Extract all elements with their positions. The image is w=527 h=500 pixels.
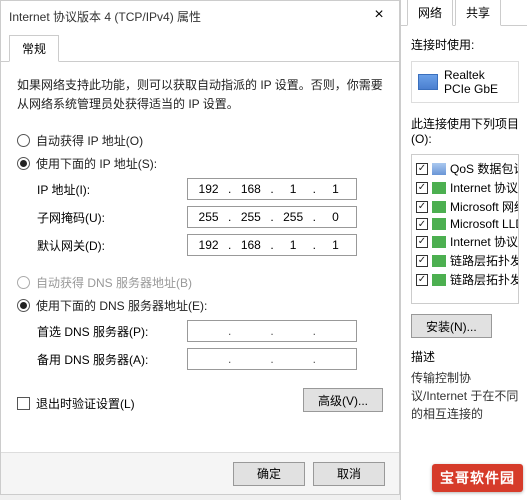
- component-icon: [432, 274, 446, 286]
- ipv4-properties-dialog: Internet 协议版本 4 (TCP/IPv4) 属性 × 常规 如果网络支…: [0, 0, 400, 495]
- checkbox-icon[interactable]: [416, 201, 428, 213]
- nic-icon: [418, 74, 438, 90]
- adapter-name: Realtek PCIe GbE: [444, 68, 512, 96]
- ip-address-input[interactable]: 192. 168. 1. 1: [187, 178, 357, 200]
- checkbox-icon[interactable]: [416, 274, 428, 286]
- list-item: Microsoft LLDP: [414, 216, 516, 232]
- validate-on-exit-label: 退出时验证设置(L): [36, 395, 135, 412]
- dialog-tabs: 常规: [1, 31, 399, 62]
- list-item: QoS 数据包计划: [414, 159, 516, 178]
- dialog-buttons: 确定 取消: [1, 452, 399, 494]
- radio-dns-manual-label: 使用下面的 DNS 服务器地址(E):: [36, 297, 207, 314]
- list-item: 链路层拓扑发现响: [414, 251, 516, 270]
- cancel-button[interactable]: 取消: [313, 462, 385, 486]
- radio-dns-auto: [17, 276, 30, 289]
- list-item: 链路层拓扑发现响: [414, 270, 516, 289]
- radio-ip-auto-label: 自动获得 IP 地址(O): [36, 132, 143, 149]
- components-list[interactable]: QoS 数据包计划 Internet 协议版本 Microsoft 网络适 Mi…: [411, 154, 519, 304]
- component-icon: [432, 163, 446, 175]
- checkbox-icon[interactable]: [416, 218, 428, 230]
- titlebar: Internet 协议版本 4 (TCP/IPv4) 属性 ×: [1, 1, 399, 31]
- list-item: Internet 协议版本: [414, 178, 516, 197]
- radio-ip-auto[interactable]: [17, 134, 30, 147]
- description-text: 传输控制协议/Internet 于在不同的相互连接的: [411, 369, 519, 423]
- help-text: 如果网络支持此功能，则可以获取自动指派的 IP 设置。否则，你需要从网络系统管理…: [17, 76, 383, 114]
- radio-ip-manual[interactable]: [17, 157, 30, 170]
- advanced-button[interactable]: 高级(V)...: [303, 388, 383, 412]
- checkbox-icon[interactable]: [416, 163, 428, 175]
- tab-share[interactable]: 共享: [455, 0, 501, 26]
- gateway-label: 默认网关(D):: [37, 237, 187, 254]
- component-icon: [432, 201, 446, 213]
- component-icon: [432, 236, 446, 248]
- validate-on-exit-checkbox[interactable]: [17, 397, 30, 410]
- component-icon: [432, 218, 446, 230]
- close-icon[interactable]: ×: [359, 1, 399, 31]
- checkbox-icon[interactable]: [416, 236, 428, 248]
- alternate-dns-input[interactable]: . . .: [187, 348, 357, 370]
- checkbox-icon[interactable]: [416, 182, 428, 194]
- gateway-input[interactable]: 192. 168. 1. 1: [187, 234, 357, 256]
- tab-general[interactable]: 常规: [9, 35, 59, 62]
- list-item: Microsoft 网络适: [414, 197, 516, 216]
- properties-parent-window: 网络 共享 连接时使用: Realtek PCIe GbE 此连接使用下列项目(…: [400, 0, 527, 500]
- connect-using-label: 连接时使用:: [411, 36, 519, 53]
- alternate-dns-label: 备用 DNS 服务器(A):: [37, 351, 187, 368]
- preferred-dns-input[interactable]: . . .: [187, 320, 357, 342]
- radio-dns-manual[interactable]: [17, 299, 30, 312]
- watermark: 宝哥软件园: [432, 464, 523, 492]
- components-list-label: 此连接使用下列项目(O):: [411, 115, 519, 146]
- ok-button[interactable]: 确定: [233, 462, 305, 486]
- radio-dns-auto-label: 自动获得 DNS 服务器地址(B): [36, 274, 192, 291]
- description-label: 描述: [411, 348, 519, 365]
- adapter-box[interactable]: Realtek PCIe GbE: [411, 61, 519, 103]
- component-icon: [432, 255, 446, 267]
- radio-ip-manual-label: 使用下面的 IP 地址(S):: [36, 155, 157, 172]
- subnet-mask-label: 子网掩码(U):: [37, 209, 187, 226]
- ip-address-label: IP 地址(I):: [37, 181, 187, 198]
- list-item: Internet 协议版本: [414, 232, 516, 251]
- dialog-title: Internet 协议版本 4 (TCP/IPv4) 属性: [9, 8, 201, 25]
- install-button[interactable]: 安装(N)...: [411, 314, 492, 338]
- preferred-dns-label: 首选 DNS 服务器(P):: [37, 323, 187, 340]
- checkbox-icon[interactable]: [416, 255, 428, 267]
- component-icon: [432, 182, 446, 194]
- parent-tabs: 网络 共享: [401, 0, 527, 26]
- tab-network[interactable]: 网络: [407, 0, 453, 26]
- subnet-mask-input[interactable]: 255. 255. 255. 0: [187, 206, 357, 228]
